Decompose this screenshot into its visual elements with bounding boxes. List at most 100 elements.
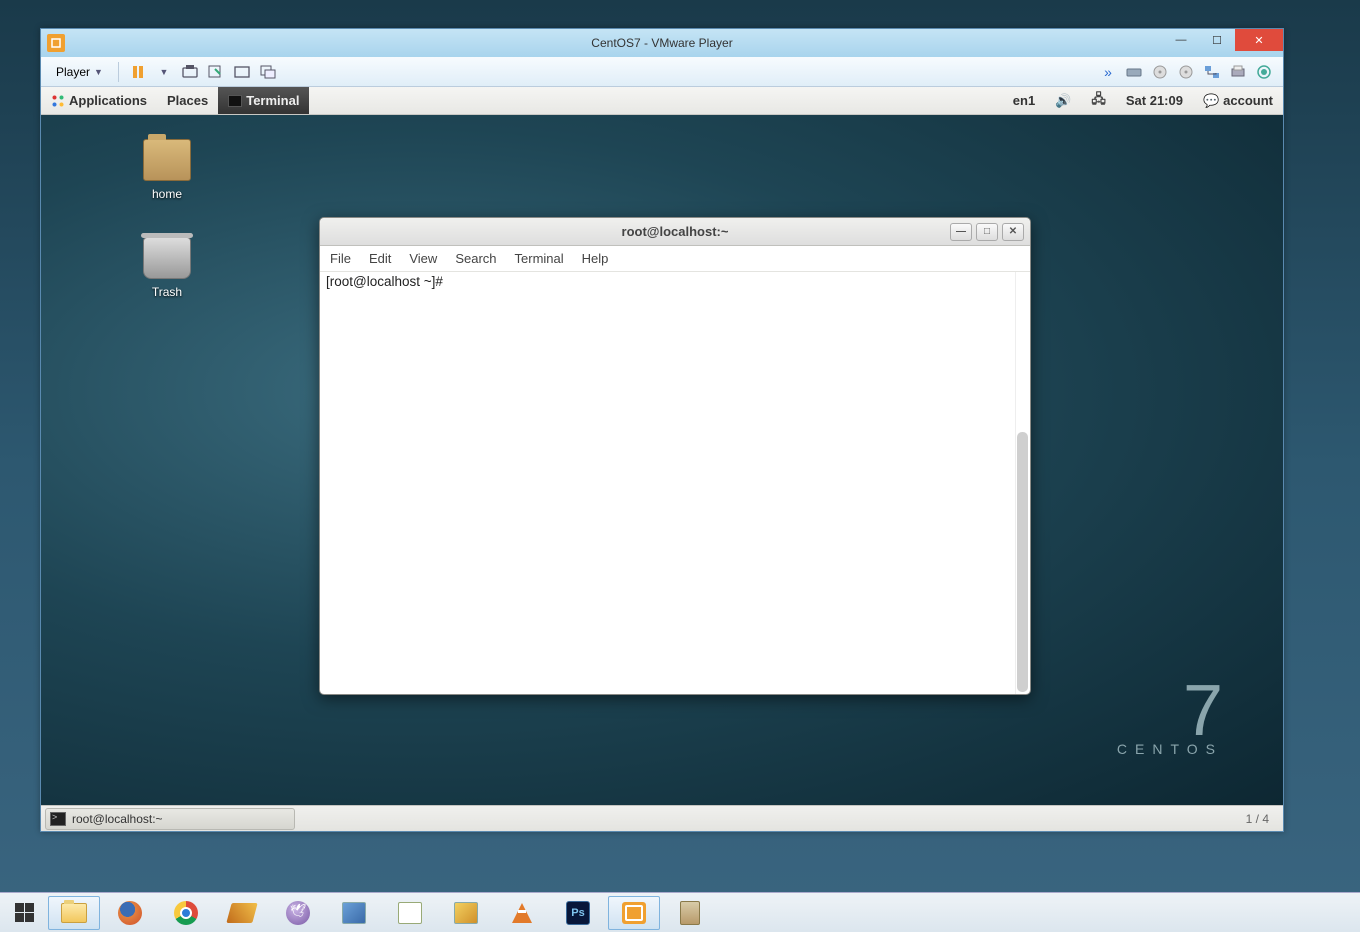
menu-view[interactable]: View: [409, 251, 437, 266]
terminal-close-button[interactable]: ✕: [1002, 223, 1024, 241]
windows-logo-icon: [15, 903, 34, 922]
shortcut-icon[interactable]: »: [1099, 63, 1117, 81]
taskbar-chrome[interactable]: [160, 896, 212, 930]
desktop-icon-label: home: [127, 187, 207, 201]
chevron-down-icon: ▼: [94, 67, 103, 77]
taskbar-photoshop[interactable]: Ps: [552, 896, 604, 930]
file-explorer-icon: [61, 903, 87, 923]
sound-icon[interactable]: [1255, 63, 1273, 81]
input-language[interactable]: en1: [1003, 87, 1045, 114]
taskbar-app-1[interactable]: [328, 896, 380, 930]
workspace-label: 1 / 4: [1246, 812, 1269, 826]
taskbar-file-explorer[interactable]: [48, 896, 100, 930]
terminal-titlebar[interactable]: root@localhost:~ — □ ✕: [320, 218, 1030, 246]
desktop-icon-home[interactable]: home: [127, 139, 207, 201]
snapshot-button[interactable]: [207, 63, 225, 81]
clock-label: Sat 21:09: [1126, 93, 1183, 108]
menu-help[interactable]: Help: [582, 251, 609, 266]
terminal-taskbar-item[interactable]: Terminal: [218, 87, 309, 114]
centos-desktop[interactable]: home Trash 7 CENTOS root@localhost:~ — □…: [41, 115, 1283, 805]
pidgin-icon: [286, 901, 310, 925]
centos-version: 7: [1117, 683, 1223, 741]
firefox-icon: [118, 901, 142, 925]
vmware-icon: [622, 902, 646, 924]
menu-terminal[interactable]: Terminal: [515, 251, 564, 266]
taskbar-vmware[interactable]: [608, 896, 660, 930]
centos-name: CENTOS: [1117, 741, 1223, 757]
terminal-prompt: [root@localhost ~]#: [326, 274, 443, 289]
centos-wallpaper-brand: 7 CENTOS: [1117, 683, 1223, 757]
hdd-icon[interactable]: [1125, 63, 1143, 81]
terminal-minimize-button[interactable]: —: [950, 223, 972, 241]
clock[interactable]: Sat 21:09: [1116, 87, 1193, 114]
menu-edit[interactable]: Edit: [369, 251, 391, 266]
send-ctrl-alt-del-button[interactable]: [181, 63, 199, 81]
account-label: account: [1223, 93, 1273, 108]
terminal-menubar: File Edit View Search Terminal Help: [320, 246, 1030, 272]
vmware-player-window: CentOS7 - VMware Player — ☐ ✕ Player ▼ ▼…: [40, 28, 1284, 832]
player-menu-button[interactable]: Player ▼: [47, 61, 112, 83]
taskbar-label: root@localhost:~: [72, 812, 163, 826]
menu-file[interactable]: File: [330, 251, 351, 266]
volume-icon[interactable]: 🔊: [1045, 87, 1081, 114]
cd-icon[interactable]: [1151, 63, 1169, 81]
network-icon[interactable]: [1203, 63, 1221, 81]
taskbar-winamp[interactable]: [216, 896, 268, 930]
places-menu[interactable]: Places: [157, 87, 218, 114]
power-dropdown-button[interactable]: ▼: [155, 63, 173, 81]
gnome-top-panel: Applications Places Terminal en1 🔊 🖧 Sat…: [41, 87, 1283, 115]
terminal-maximize-button[interactable]: □: [976, 223, 998, 241]
terminal-body[interactable]: [root@localhost ~]#: [320, 272, 1030, 694]
taskbar-archive[interactable]: [664, 896, 716, 930]
separator: [118, 62, 119, 82]
lang-label: en1: [1013, 93, 1035, 108]
generic-app-icon: [454, 902, 478, 924]
photoshop-icon: Ps: [566, 901, 590, 925]
gnome-bottom-panel: root@localhost:~ 1 / 4: [41, 805, 1283, 831]
vmware-titlebar[interactable]: CentOS7 - VMware Player — ☐ ✕: [41, 29, 1283, 57]
terminal-icon: [228, 95, 242, 107]
vmware-icon: [47, 34, 65, 52]
desktop-icon-label: Trash: [127, 285, 207, 299]
applications-menu[interactable]: Applications: [41, 87, 157, 114]
printer-icon[interactable]: [1229, 63, 1247, 81]
vmware-title: CentOS7 - VMware Player: [591, 36, 732, 50]
generic-app-icon: [342, 902, 366, 924]
vmware-toolbar: Player ▼ ▼ »: [41, 57, 1283, 87]
terminal-window[interactable]: root@localhost:~ — □ ✕ File Edit View Se…: [319, 217, 1031, 695]
taskbar-pidgin[interactable]: [272, 896, 324, 930]
taskbar-app-3[interactable]: [440, 896, 492, 930]
pause-vm-button[interactable]: [129, 63, 147, 81]
user-icon: 💬: [1203, 93, 1219, 109]
terminal-icon: [50, 812, 66, 826]
fullscreen-button[interactable]: [233, 63, 251, 81]
cd2-icon[interactable]: [1177, 63, 1195, 81]
trash-icon: [143, 237, 191, 279]
folder-icon: [143, 139, 191, 181]
maximize-button[interactable]: ☐: [1199, 29, 1235, 51]
start-button[interactable]: [4, 896, 44, 930]
applications-icon: [51, 94, 65, 108]
applications-label: Applications: [69, 93, 147, 108]
generic-app-icon: [398, 902, 422, 924]
network-status-icon[interactable]: 🖧: [1081, 87, 1116, 114]
taskbar-vlc[interactable]: [496, 896, 548, 930]
account-menu[interactable]: 💬 account: [1193, 87, 1283, 114]
taskbar-terminal-button[interactable]: root@localhost:~: [45, 808, 295, 830]
unity-button[interactable]: [259, 63, 277, 81]
archive-icon: [680, 901, 700, 925]
minimize-button[interactable]: —: [1163, 29, 1199, 51]
workspace-indicator[interactable]: 1 / 4: [1236, 812, 1279, 826]
close-button[interactable]: ✕: [1235, 29, 1283, 51]
places-label: Places: [167, 93, 208, 108]
terminal-title: root@localhost:~: [622, 224, 729, 239]
menu-search[interactable]: Search: [455, 251, 496, 266]
taskbar-app-2[interactable]: [384, 896, 436, 930]
terminal-scrollbar[interactable]: [1017, 432, 1028, 692]
vlc-icon: [512, 903, 532, 923]
desktop-icon-trash[interactable]: Trash: [127, 237, 207, 299]
taskbar-firefox[interactable]: [104, 896, 156, 930]
chrome-icon: [174, 901, 198, 925]
windows-taskbar: Ps: [0, 892, 1360, 932]
player-menu-label: Player: [56, 65, 90, 79]
